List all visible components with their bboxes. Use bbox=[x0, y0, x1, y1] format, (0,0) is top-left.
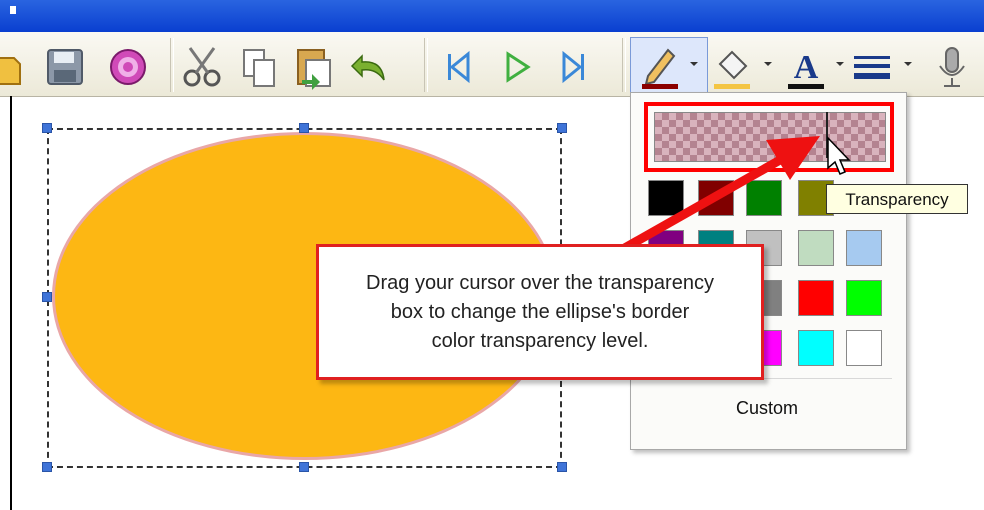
font-color-dropdown-icon[interactable] bbox=[836, 62, 844, 66]
line-style-icon[interactable] bbox=[850, 40, 894, 92]
toolbar-separator bbox=[424, 38, 428, 92]
pen-icon[interactable] bbox=[638, 40, 682, 92]
paste-icon[interactable] bbox=[292, 40, 336, 92]
color-swatch[interactable] bbox=[798, 230, 834, 266]
save-icon[interactable] bbox=[42, 40, 86, 92]
transparency-slider[interactable] bbox=[654, 112, 886, 162]
cut-icon[interactable] bbox=[180, 40, 224, 92]
undo-icon[interactable] bbox=[346, 40, 390, 92]
svg-text:A: A bbox=[794, 49, 819, 86]
copy-icon[interactable] bbox=[238, 40, 282, 92]
resize-handle-left[interactable] bbox=[42, 292, 52, 302]
color-swatch[interactable] bbox=[798, 280, 834, 316]
fill-color-dropdown-icon[interactable] bbox=[764, 62, 772, 66]
custom-color-button[interactable]: Custom bbox=[642, 378, 892, 436]
callout-line-2: box to change the ellipse's border bbox=[390, 301, 690, 323]
skip-back-icon[interactable] bbox=[436, 40, 480, 92]
canvas-left-border bbox=[10, 96, 12, 510]
color-swatch[interactable] bbox=[846, 280, 882, 316]
line-color-dropdown-icon[interactable] bbox=[690, 62, 698, 66]
toolbar-separator bbox=[622, 38, 626, 92]
color-swatch[interactable] bbox=[798, 330, 834, 366]
color-swatch[interactable] bbox=[746, 180, 782, 216]
toolbar-separator bbox=[170, 38, 174, 92]
resize-handle-top-left[interactable] bbox=[42, 123, 52, 133]
resize-handle-bottom-left[interactable] bbox=[42, 462, 52, 472]
resize-handle-top-right[interactable] bbox=[557, 123, 567, 133]
color-swatch[interactable] bbox=[698, 180, 734, 216]
title-bar-icon bbox=[10, 6, 16, 14]
open-icon[interactable] bbox=[0, 40, 30, 92]
skip-forward-icon[interactable] bbox=[552, 40, 596, 92]
resize-handle-top[interactable] bbox=[299, 123, 309, 133]
callout-line-3: color transparency level. bbox=[431, 330, 649, 352]
resize-handle-bottom[interactable] bbox=[299, 462, 309, 472]
color-swatch[interactable] bbox=[846, 330, 882, 366]
line-style-dropdown-icon[interactable] bbox=[904, 62, 912, 66]
window-title-bar bbox=[0, 0, 984, 32]
callout-line-1: Drag your cursor over the transparency bbox=[366, 272, 714, 294]
resize-handle-bottom-right[interactable] bbox=[557, 462, 567, 472]
font-color-icon[interactable]: A bbox=[784, 40, 828, 92]
instruction-callout: Drag your cursor over the transparency b… bbox=[316, 244, 764, 380]
fill-icon[interactable] bbox=[710, 40, 754, 92]
transparency-tooltip: Transparency bbox=[826, 184, 968, 214]
play-icon[interactable] bbox=[494, 40, 538, 92]
color-swatch[interactable] bbox=[648, 180, 684, 216]
record-icon[interactable] bbox=[106, 40, 150, 92]
color-swatch[interactable] bbox=[846, 230, 882, 266]
microphone-icon[interactable] bbox=[930, 40, 974, 92]
transparency-marker[interactable] bbox=[826, 112, 828, 158]
